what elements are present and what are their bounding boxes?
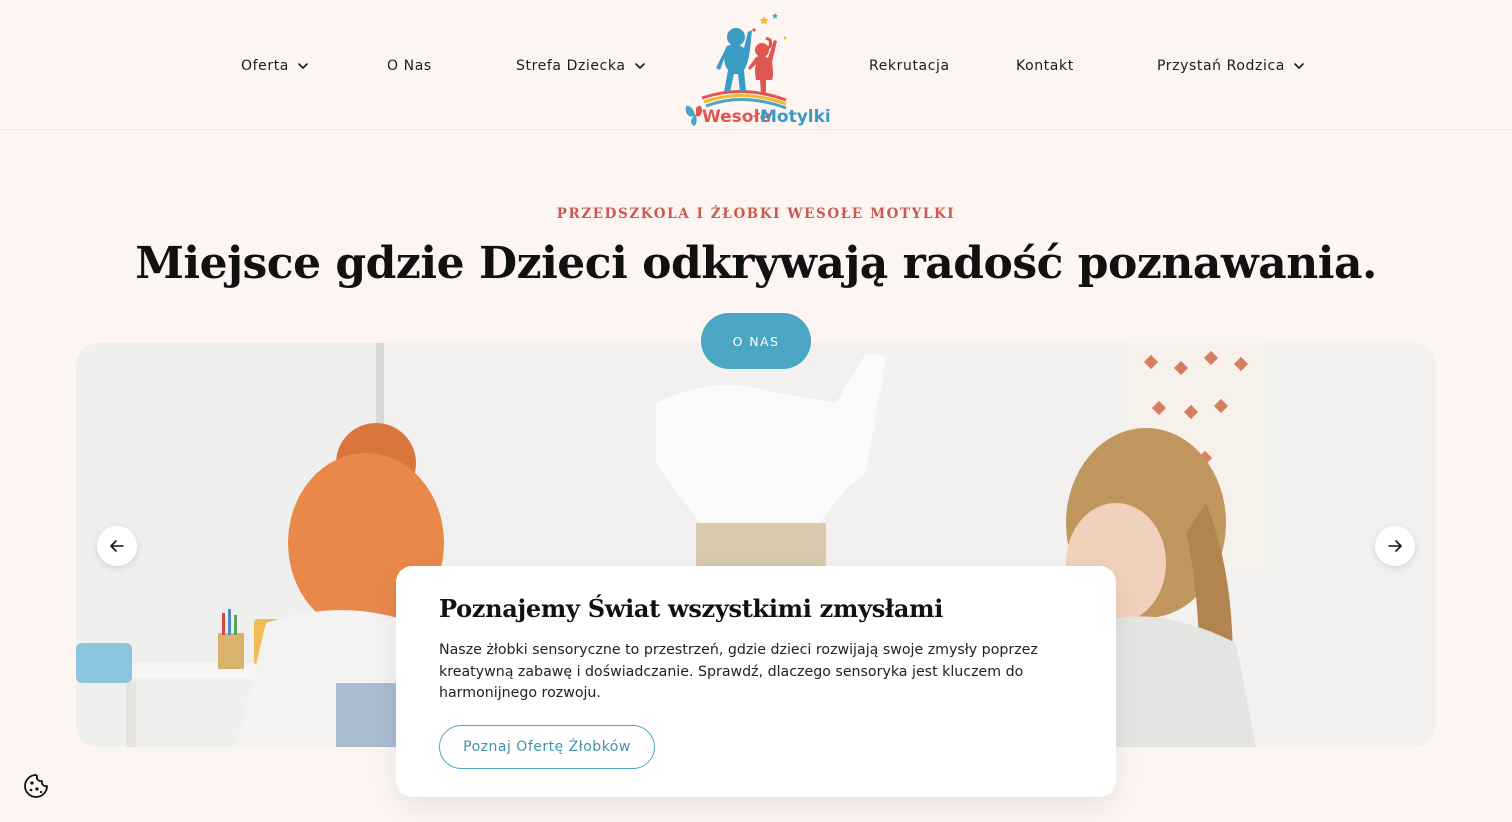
chevron-down-icon bbox=[1294, 63, 1304, 69]
nav-label: Kontakt bbox=[1016, 58, 1074, 74]
nav-item-o-nas[interactable]: O Nas bbox=[387, 58, 432, 74]
slider-next-button[interactable] bbox=[1375, 526, 1415, 566]
nav-item-rekrutacja[interactable]: Rekrutacja bbox=[869, 58, 950, 74]
nav-item-kontakt[interactable]: Kontakt bbox=[1016, 58, 1074, 74]
slider-prev-button[interactable] bbox=[97, 526, 137, 566]
hero-headline: Miejsce gdzie Dzieci odkrywają radość po… bbox=[135, 238, 1377, 289]
cookie-settings-button[interactable] bbox=[22, 772, 50, 800]
slide-title: Poznajemy Świat wszystkimi zmysłami bbox=[439, 594, 944, 623]
nav-label: Przystań Rodzica bbox=[1157, 58, 1285, 74]
site-header: Oferta O Nas Strefa Dziecka Wesołe Motyl… bbox=[0, 0, 1512, 130]
chevron-down-icon bbox=[634, 63, 645, 69]
logo-illustration: Wesołe Motylki bbox=[685, 13, 831, 127]
slide-card: Poznajemy Świat wszystkimi zmysłami Nasz… bbox=[396, 566, 1116, 797]
arrow-right-icon bbox=[1388, 540, 1402, 552]
nav-item-strefa-dziecka[interactable]: Strefa Dziecka bbox=[516, 58, 646, 74]
nav-label: Strefa Dziecka bbox=[516, 58, 626, 74]
arrow-left-icon bbox=[110, 540, 124, 552]
hero-eyebrow: PRZEDSZKOLA I ŻŁOBKI WESOŁE MOTYLKI bbox=[556, 206, 956, 222]
cookie-icon bbox=[24, 774, 48, 798]
about-us-button[interactable]: O NAS bbox=[701, 313, 811, 369]
nav-label: Oferta bbox=[241, 58, 289, 74]
nav-label: O Nas bbox=[387, 58, 432, 74]
nav-label: Rekrutacja bbox=[869, 58, 950, 74]
nursery-offer-button[interactable]: Poznaj Ofertę Żłobków bbox=[439, 725, 655, 769]
svg-text:Motylki: Motylki bbox=[760, 107, 831, 127]
site-logo[interactable]: Wesołe Motylki bbox=[682, 10, 834, 128]
slide-description: Nasze żłobki sensoryczne to przestrzeń, … bbox=[439, 642, 1038, 701]
chevron-down-icon bbox=[298, 63, 308, 69]
nav-item-oferta[interactable]: Oferta bbox=[241, 58, 309, 74]
nav-item-przystan-rodzica[interactable]: Przystań Rodzica bbox=[1157, 58, 1305, 74]
